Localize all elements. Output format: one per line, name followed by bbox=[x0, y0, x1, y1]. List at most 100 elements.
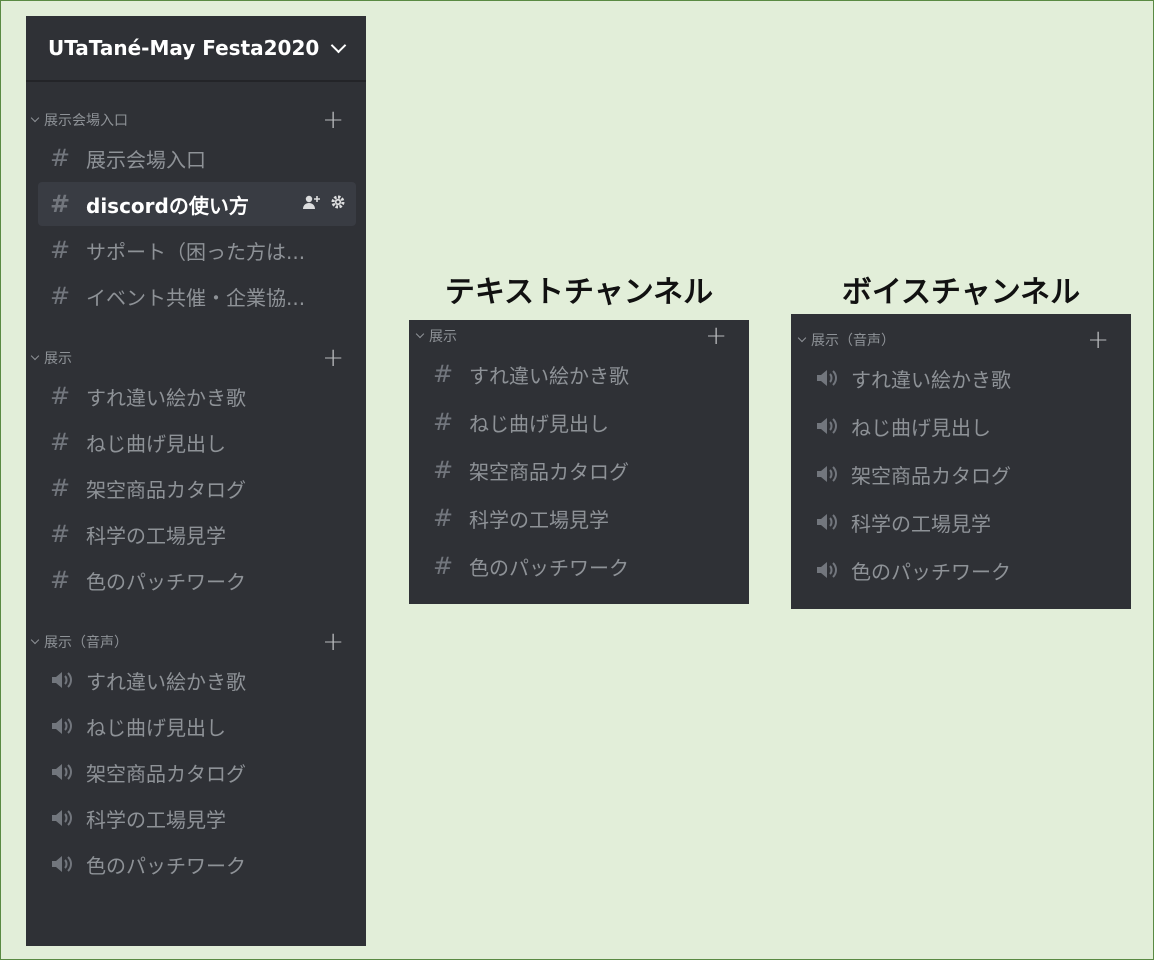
voice-channel-item[interactable]: 科学の工場見学 bbox=[38, 796, 356, 840]
voice-channel-item[interactable]: ねじ曲げ見出し bbox=[803, 402, 1121, 450]
server-name: UTaTané-May Festa2020 bbox=[48, 36, 320, 60]
voice-channel-item[interactable]: 架空商品カタログ bbox=[38, 750, 356, 794]
category-label: 展示（音声） bbox=[44, 635, 128, 651]
speaker-icon bbox=[50, 854, 86, 874]
speaker-icon bbox=[815, 464, 851, 484]
channel-item[interactable]: # すれ違い絵かき歌 bbox=[38, 374, 356, 418]
channel-name: ねじ曲げ見出し bbox=[469, 411, 609, 436]
channel-name: イベント共催・企業協... bbox=[86, 285, 306, 310]
speaker-icon bbox=[50, 808, 86, 828]
caret-down-icon bbox=[30, 351, 40, 361]
channel-name: 色のパッチワーク bbox=[86, 569, 246, 594]
channel-item[interactable]: # 科学の工場見学 bbox=[421, 494, 739, 542]
channel-item[interactable]: # すれ違い絵かき歌 bbox=[421, 350, 739, 398]
caret-down-icon bbox=[415, 329, 425, 339]
channel-name: すれ違い絵かき歌 bbox=[469, 363, 629, 388]
text-channel-heading: テキストチャンネル bbox=[444, 275, 714, 310]
category-label: 展示 bbox=[44, 351, 72, 367]
add-channel-icon[interactable]: + bbox=[322, 107, 344, 133]
hash-icon: # bbox=[433, 456, 454, 484]
page-frame: UTaTané-May Festa2020 展示会場入口 + # 展示会場入口 #… bbox=[0, 0, 1154, 960]
channel-name: すれ違い絵かき歌 bbox=[86, 385, 246, 410]
add-channel-icon[interactable]: + bbox=[705, 323, 727, 349]
hash-icon: # bbox=[50, 566, 71, 594]
text-channel-panel: 展示 + # すれ違い絵かき歌 # ねじ曲げ見出し # 架空商品カタログ # 科学の工場… bbox=[409, 320, 749, 604]
channel-item[interactable]: # 架空商品カタログ bbox=[421, 446, 739, 494]
hash-icon: # bbox=[433, 360, 454, 388]
channel-item[interactable]: # サポート（困った方は... bbox=[38, 228, 356, 272]
hash-icon: # bbox=[50, 428, 71, 456]
speaker-icon bbox=[815, 416, 851, 436]
add-channel-icon[interactable]: + bbox=[1087, 327, 1109, 353]
hash-icon: # bbox=[50, 520, 71, 548]
channel-name: 色のパッチワーク bbox=[469, 555, 629, 580]
category-header[interactable]: 展示会場入口 + bbox=[26, 106, 366, 134]
channel-name: すれ違い絵かき歌 bbox=[851, 367, 1011, 392]
hash-icon: # bbox=[433, 552, 454, 580]
hash-icon: # bbox=[433, 408, 454, 436]
category-label: 展示会場入口 bbox=[44, 113, 128, 129]
channel-name: 科学の工場見学 bbox=[86, 807, 226, 832]
channel-item[interactable]: # 色のパッチワーク bbox=[38, 558, 356, 602]
voice-channel-panel: 展示（音声） + すれ違い絵かき歌 ねじ曲げ見出し 架空商品カタログ 科学の工場… bbox=[791, 314, 1131, 609]
caret-down-icon bbox=[797, 333, 807, 343]
channel-name: ねじ曲げ見出し bbox=[851, 415, 991, 440]
channel-name: 架空商品カタログ bbox=[86, 761, 246, 786]
category-header[interactable]: 展示（音声） + bbox=[26, 628, 366, 656]
hash-icon: # bbox=[50, 474, 71, 502]
channel-name: 架空商品カタログ bbox=[851, 463, 1011, 488]
invite-user-icon[interactable] bbox=[302, 194, 322, 214]
caret-down-icon bbox=[30, 113, 40, 123]
server-header[interactable]: UTaTané-May Festa2020 bbox=[26, 16, 366, 82]
speaker-icon bbox=[815, 368, 851, 388]
voice-channel-item[interactable]: 架空商品カタログ bbox=[803, 450, 1121, 498]
caret-down-icon bbox=[30, 635, 40, 645]
channel-name: 色のパッチワーク bbox=[86, 853, 246, 878]
hash-icon: # bbox=[50, 282, 71, 310]
voice-channel-item[interactable]: 科学の工場見学 bbox=[803, 498, 1121, 546]
channel-name: 科学の工場見学 bbox=[469, 507, 609, 532]
channel-item[interactable]: # ねじ曲げ見出し bbox=[421, 398, 739, 446]
gear-icon[interactable] bbox=[330, 194, 346, 214]
add-channel-icon[interactable]: + bbox=[322, 629, 344, 655]
channel-item[interactable]: # 展示会場入口 bbox=[38, 136, 356, 180]
speaker-icon bbox=[815, 512, 851, 532]
hash-icon: # bbox=[50, 382, 71, 410]
voice-channel-item[interactable]: 色のパッチワーク bbox=[803, 546, 1121, 594]
hash-icon: # bbox=[50, 190, 71, 218]
category-header[interactable]: 展示 + bbox=[409, 322, 749, 350]
category-header[interactable]: 展示 + bbox=[26, 344, 366, 372]
chevron-down-icon[interactable] bbox=[330, 37, 347, 53]
channel-name: ねじ曲げ見出し bbox=[86, 431, 226, 456]
channel-item[interactable]: # 架空商品カタログ bbox=[38, 466, 356, 510]
hash-icon: # bbox=[433, 504, 454, 532]
channel-item[interactable]: # ねじ曲げ見出し bbox=[38, 420, 356, 464]
add-channel-icon[interactable]: + bbox=[322, 345, 344, 371]
channel-name: 架空商品カタログ bbox=[86, 477, 246, 502]
speaker-icon bbox=[815, 560, 851, 580]
channel-name: 科学の工場見学 bbox=[851, 511, 991, 536]
voice-channel-item[interactable]: ねじ曲げ見出し bbox=[38, 704, 356, 748]
channel-item[interactable]: # 色のパッチワーク bbox=[421, 542, 739, 590]
hash-icon: # bbox=[50, 236, 71, 264]
voice-channel-item[interactable]: すれ違い絵かき歌 bbox=[803, 354, 1121, 402]
channel-name: 展示会場入口 bbox=[86, 147, 206, 172]
channel-sidebar: UTaTané-May Festa2020 展示会場入口 + # 展示会場入口 #… bbox=[26, 16, 366, 946]
category-label: 展示 bbox=[429, 329, 457, 345]
channel-item[interactable]: # 科学の工場見学 bbox=[38, 512, 356, 556]
speaker-icon bbox=[50, 670, 86, 690]
voice-channel-heading: ボイスチャンネル bbox=[841, 275, 1081, 310]
channel-name: ねじ曲げ見出し bbox=[86, 715, 226, 740]
channel-name: 架空商品カタログ bbox=[469, 459, 629, 484]
channel-item[interactable]: # イベント共催・企業協... bbox=[38, 274, 356, 318]
speaker-icon bbox=[50, 762, 86, 782]
channel-name: discordの使い方 bbox=[86, 193, 249, 218]
channel-item-active[interactable]: # discordの使い方 bbox=[38, 182, 356, 226]
channel-name: 色のパッチワーク bbox=[851, 559, 1011, 584]
category-header[interactable]: 展示（音声） + bbox=[791, 326, 1131, 354]
channel-name: サポート（困った方は... bbox=[86, 239, 306, 264]
voice-channel-item[interactable]: 色のパッチワーク bbox=[38, 842, 356, 886]
hash-icon: # bbox=[50, 144, 71, 172]
speaker-icon bbox=[50, 716, 86, 736]
voice-channel-item[interactable]: すれ違い絵かき歌 bbox=[38, 658, 356, 702]
